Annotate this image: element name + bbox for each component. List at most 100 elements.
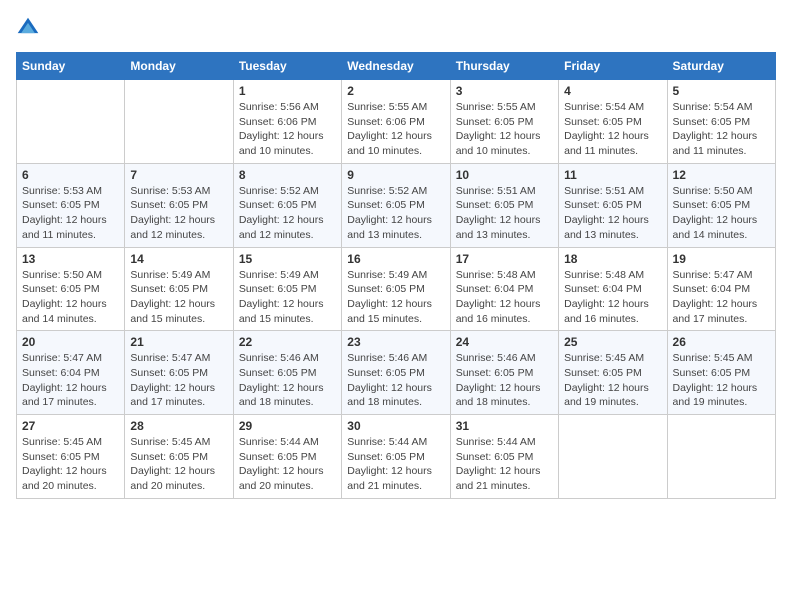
calendar-day-cell: 16 Sunrise: 5:49 AM Sunset: 6:05 PM Dayli… [342, 247, 450, 331]
day-info: Sunrise: 5:51 AM Sunset: 6:05 PM Dayligh… [456, 184, 553, 243]
calendar-day-cell: 8 Sunrise: 5:52 AM Sunset: 6:05 PM Daylig… [233, 163, 341, 247]
day-number: 28 [130, 419, 227, 433]
page-header [16, 16, 776, 40]
day-info: Sunrise: 5:44 AM Sunset: 6:05 PM Dayligh… [239, 435, 336, 494]
day-number: 15 [239, 252, 336, 266]
calendar-day-cell: 12 Sunrise: 5:50 AM Sunset: 6:05 PM Dayli… [667, 163, 775, 247]
day-number: 22 [239, 335, 336, 349]
day-info: Sunrise: 5:46 AM Sunset: 6:05 PM Dayligh… [239, 351, 336, 410]
calendar-day-cell: 20 Sunrise: 5:47 AM Sunset: 6:04 PM Dayli… [17, 331, 125, 415]
day-number: 5 [673, 84, 770, 98]
day-info: Sunrise: 5:48 AM Sunset: 6:04 PM Dayligh… [456, 268, 553, 327]
calendar-day-cell: 26 Sunrise: 5:45 AM Sunset: 6:05 PM Dayli… [667, 331, 775, 415]
calendar-day-cell: 10Sunrise: 5:51 AM Sunset: 6:05 PM Dayli… [450, 163, 558, 247]
day-info: Sunrise: 5:52 AM Sunset: 6:05 PM Dayligh… [347, 184, 444, 243]
day-info: Sunrise: 5:49 AM Sunset: 6:05 PM Dayligh… [239, 268, 336, 327]
calendar-week-row: 6 Sunrise: 5:53 AM Sunset: 6:05 PM Daylig… [17, 163, 776, 247]
calendar-day-cell [17, 80, 125, 164]
day-number: 2 [347, 84, 444, 98]
day-info: Sunrise: 5:44 AM Sunset: 6:05 PM Dayligh… [347, 435, 444, 494]
day-info: Sunrise: 5:52 AM Sunset: 6:05 PM Dayligh… [239, 184, 336, 243]
weekday-header-row: SundayMondayTuesdayWednesdayThursdayFrid… [17, 53, 776, 80]
weekday-header: Sunday [17, 53, 125, 80]
day-number: 11 [564, 168, 661, 182]
day-number: 18 [564, 252, 661, 266]
calendar-day-cell: 23 Sunrise: 5:46 AM Sunset: 6:05 PM Dayli… [342, 331, 450, 415]
calendar-day-cell: 28 Sunrise: 5:45 AM Sunset: 6:05 PM Dayli… [125, 415, 233, 499]
day-info: Sunrise: 5:44 AM Sunset: 6:05 PM Dayligh… [456, 435, 553, 494]
calendar-day-cell: 3Sunrise: 5:55 AM Sunset: 6:05 PM Daylig… [450, 80, 558, 164]
day-info: Sunrise: 5:46 AM Sunset: 6:05 PM Dayligh… [456, 351, 553, 410]
day-number: 19 [673, 252, 770, 266]
calendar-day-cell: 5 Sunrise: 5:54 AM Sunset: 6:05 PM Daylig… [667, 80, 775, 164]
day-number: 16 [347, 252, 444, 266]
day-number: 23 [347, 335, 444, 349]
calendar-day-cell: 19 Sunrise: 5:47 AM Sunset: 6:04 PM Dayli… [667, 247, 775, 331]
day-info: Sunrise: 5:53 AM Sunset: 6:05 PM Dayligh… [130, 184, 227, 243]
calendar-day-cell: 21Sunrise: 5:47 AM Sunset: 6:05 PM Dayli… [125, 331, 233, 415]
day-info: Sunrise: 5:50 AM Sunset: 6:05 PM Dayligh… [673, 184, 770, 243]
calendar-day-cell: 24 Sunrise: 5:46 AM Sunset: 6:05 PM Dayli… [450, 331, 558, 415]
calendar-day-cell: 13 Sunrise: 5:50 AM Sunset: 6:05 PM Dayli… [17, 247, 125, 331]
day-info: Sunrise: 5:46 AM Sunset: 6:05 PM Dayligh… [347, 351, 444, 410]
weekday-header: Friday [559, 53, 667, 80]
calendar-day-cell: 30 Sunrise: 5:44 AM Sunset: 6:05 PM Dayli… [342, 415, 450, 499]
day-info: Sunrise: 5:54 AM Sunset: 6:05 PM Dayligh… [673, 100, 770, 159]
calendar-day-cell [559, 415, 667, 499]
day-number: 13 [22, 252, 119, 266]
day-number: 17 [456, 252, 553, 266]
calendar-day-cell [667, 415, 775, 499]
day-number: 1 [239, 84, 336, 98]
day-number: 27 [22, 419, 119, 433]
logo [16, 16, 44, 40]
day-info: Sunrise: 5:49 AM Sunset: 6:05 PM Dayligh… [130, 268, 227, 327]
weekday-header: Monday [125, 53, 233, 80]
calendar-day-cell: 18 Sunrise: 5:48 AM Sunset: 6:04 PM Dayli… [559, 247, 667, 331]
day-info: Sunrise: 5:49 AM Sunset: 6:05 PM Dayligh… [347, 268, 444, 327]
calendar-day-cell: 17 Sunrise: 5:48 AM Sunset: 6:04 PM Dayli… [450, 247, 558, 331]
calendar-day-cell: 22 Sunrise: 5:46 AM Sunset: 6:05 PM Dayli… [233, 331, 341, 415]
day-number: 30 [347, 419, 444, 433]
day-info: Sunrise: 5:56 AM Sunset: 6:06 PM Dayligh… [239, 100, 336, 159]
day-number: 24 [456, 335, 553, 349]
day-info: Sunrise: 5:48 AM Sunset: 6:04 PM Dayligh… [564, 268, 661, 327]
day-info: Sunrise: 5:45 AM Sunset: 6:05 PM Dayligh… [564, 351, 661, 410]
weekday-header: Thursday [450, 53, 558, 80]
day-info: Sunrise: 5:47 AM Sunset: 6:05 PM Dayligh… [130, 351, 227, 410]
weekday-header: Tuesday [233, 53, 341, 80]
calendar-day-cell: 14Sunrise: 5:49 AM Sunset: 6:05 PM Dayli… [125, 247, 233, 331]
day-number: 8 [239, 168, 336, 182]
day-number: 20 [22, 335, 119, 349]
day-number: 12 [673, 168, 770, 182]
calendar-day-cell: 27 Sunrise: 5:45 AM Sunset: 6:05 PM Dayli… [17, 415, 125, 499]
day-info: Sunrise: 5:54 AM Sunset: 6:05 PM Dayligh… [564, 100, 661, 159]
day-info: Sunrise: 5:55 AM Sunset: 6:06 PM Dayligh… [347, 100, 444, 159]
day-number: 4 [564, 84, 661, 98]
day-number: 3 [456, 84, 553, 98]
day-info: Sunrise: 5:45 AM Sunset: 6:05 PM Dayligh… [673, 351, 770, 410]
day-number: 31 [456, 419, 553, 433]
calendar-day-cell: 11Sunrise: 5:51 AM Sunset: 6:05 PM Dayli… [559, 163, 667, 247]
calendar-week-row: 13 Sunrise: 5:50 AM Sunset: 6:05 PM Dayli… [17, 247, 776, 331]
calendar-day-cell: 9 Sunrise: 5:52 AM Sunset: 6:05 PM Daylig… [342, 163, 450, 247]
calendar-day-cell: 31 Sunrise: 5:44 AM Sunset: 6:05 PM Dayli… [450, 415, 558, 499]
day-number: 6 [22, 168, 119, 182]
day-info: Sunrise: 5:45 AM Sunset: 6:05 PM Dayligh… [130, 435, 227, 494]
calendar-day-cell: 25Sunrise: 5:45 AM Sunset: 6:05 PM Dayli… [559, 331, 667, 415]
day-number: 7 [130, 168, 227, 182]
day-number: 29 [239, 419, 336, 433]
calendar-table: SundayMondayTuesdayWednesdayThursdayFrid… [16, 52, 776, 499]
calendar-day-cell [125, 80, 233, 164]
logo-icon [16, 16, 40, 40]
calendar-day-cell: 15 Sunrise: 5:49 AM Sunset: 6:05 PM Dayli… [233, 247, 341, 331]
calendar-day-cell: 2 Sunrise: 5:55 AM Sunset: 6:06 PM Daylig… [342, 80, 450, 164]
day-info: Sunrise: 5:45 AM Sunset: 6:05 PM Dayligh… [22, 435, 119, 494]
day-info: Sunrise: 5:50 AM Sunset: 6:05 PM Dayligh… [22, 268, 119, 327]
day-info: Sunrise: 5:47 AM Sunset: 6:04 PM Dayligh… [673, 268, 770, 327]
calendar-day-cell: 1 Sunrise: 5:56 AM Sunset: 6:06 PM Daylig… [233, 80, 341, 164]
day-number: 9 [347, 168, 444, 182]
day-info: Sunrise: 5:47 AM Sunset: 6:04 PM Dayligh… [22, 351, 119, 410]
day-number: 26 [673, 335, 770, 349]
calendar-week-row: 20 Sunrise: 5:47 AM Sunset: 6:04 PM Dayli… [17, 331, 776, 415]
weekday-header: Wednesday [342, 53, 450, 80]
